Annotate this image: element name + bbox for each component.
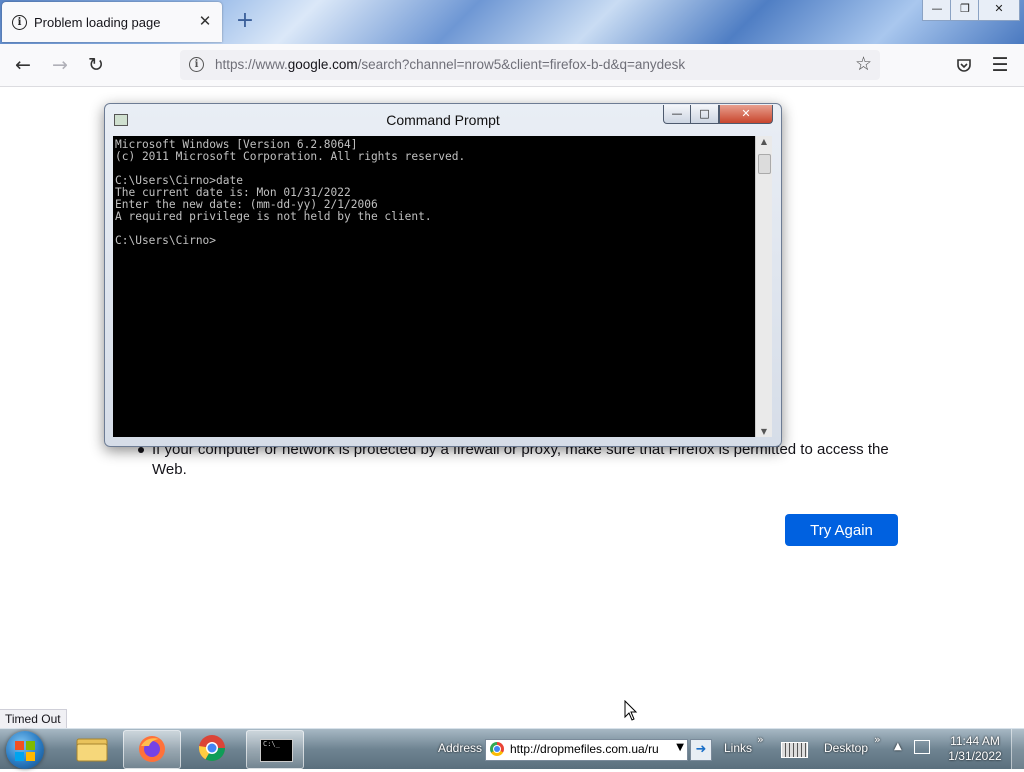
desktop-toolbar[interactable]: Desktop bbox=[824, 741, 868, 755]
url-text[interactable]: https://www.google.com/search?channel=nr… bbox=[215, 57, 685, 72]
chevron-down-icon[interactable]: ▼ bbox=[676, 742, 684, 753]
try-again-button[interactable]: Try Again bbox=[785, 514, 898, 546]
close-window-button[interactable]: ✕ bbox=[978, 0, 1020, 21]
minimize-button[interactable]: — bbox=[922, 0, 952, 21]
tab-problem-loading[interactable]: i Problem loading page ✕ bbox=[2, 2, 222, 42]
cmd-minimize-button[interactable]: — bbox=[663, 105, 691, 124]
taskbar: C:\_ Address http://dropmefiles.com.ua/r… bbox=[0, 728, 1024, 769]
clock-time: 11:44 AM bbox=[950, 734, 1000, 748]
status-bar-text: Timed Out bbox=[0, 709, 67, 729]
chrome-small-icon bbox=[490, 742, 504, 756]
taskbar-firefox-button[interactable] bbox=[123, 730, 181, 769]
windows-logo-icon bbox=[15, 752, 24, 761]
links-toolbar[interactable]: Links bbox=[724, 741, 752, 755]
network-icon[interactable] bbox=[914, 740, 930, 754]
menu-icon[interactable]: ☰ bbox=[987, 53, 1013, 77]
console-output[interactable]: Microsoft Windows [Version 6.2.8064] (c)… bbox=[113, 136, 755, 437]
command-prompt-window[interactable]: Command Prompt — □ ✕ Microsoft Windows [… bbox=[104, 103, 782, 447]
pocket-icon[interactable] bbox=[951, 53, 977, 77]
links-chevron-icon[interactable]: » bbox=[757, 733, 764, 746]
clock[interactable]: 11:44 AM 1/31/2022 bbox=[940, 734, 1010, 764]
cmd-icon: C:\_ bbox=[260, 739, 293, 762]
chrome-icon bbox=[198, 735, 226, 762]
address-toolbar-input[interactable]: http://dropmefiles.com.ua/ru ▼ bbox=[485, 739, 688, 761]
taskbar-explorer-button[interactable] bbox=[64, 730, 120, 767]
taskbar-chrome-button[interactable] bbox=[184, 730, 240, 767]
cmd-close-button[interactable]: ✕ bbox=[719, 105, 773, 124]
bullet-icon bbox=[138, 447, 144, 453]
tray-expand-icon[interactable]: ▲ bbox=[894, 741, 902, 752]
scroll-up-icon[interactable]: ▲ bbox=[756, 137, 772, 146]
address-value: http://dropmefiles.com.ua/ru bbox=[510, 742, 659, 756]
show-desktop-button[interactable] bbox=[1011, 729, 1024, 769]
address-label: Address bbox=[438, 741, 483, 755]
windows-logo-icon bbox=[15, 741, 24, 750]
desktop-chevron-icon[interactable]: » bbox=[874, 733, 881, 746]
windows-logo-icon bbox=[26, 752, 35, 761]
cmd-maximize-button[interactable]: □ bbox=[690, 105, 719, 124]
tab-title: Problem loading page bbox=[34, 15, 161, 30]
windows-logo-icon bbox=[26, 741, 35, 750]
scroll-down-icon[interactable]: ▼ bbox=[756, 427, 772, 436]
nav-toolbar: ← → ↻ i https://www.google.com/search?ch… bbox=[0, 44, 1024, 87]
console-text: Microsoft Windows [Version 6.2.8064] (c)… bbox=[115, 138, 466, 247]
clock-date: 1/31/2022 bbox=[948, 749, 1002, 763]
console-scrollbar[interactable]: ▲ ▼ bbox=[755, 136, 772, 437]
scroll-thumb[interactable] bbox=[758, 154, 771, 174]
bookmark-star-icon[interactable]: ☆ bbox=[855, 53, 872, 75]
new-tab-button[interactable]: + bbox=[234, 10, 256, 32]
reload-button[interactable]: ↻ bbox=[83, 53, 109, 77]
info-icon: i bbox=[12, 15, 27, 30]
folder-icon bbox=[76, 738, 108, 762]
taskbar-cmd-button[interactable]: C:\_ bbox=[246, 730, 304, 769]
site-info-icon[interactable]: i bbox=[189, 57, 204, 72]
go-button[interactable]: ➜ bbox=[690, 739, 712, 761]
browser-titlebar: i Problem loading page ✕ + — ❐ ✕ bbox=[0, 0, 1024, 44]
forward-button[interactable]: → bbox=[47, 53, 73, 77]
tab-close-button[interactable]: ✕ bbox=[196, 12, 214, 30]
restore-button[interactable]: ❐ bbox=[950, 0, 980, 21]
url-bar[interactable]: i https://www.google.com/search?channel=… bbox=[180, 50, 880, 80]
keyboard-icon[interactable] bbox=[781, 742, 808, 758]
start-button[interactable] bbox=[6, 731, 44, 769]
firefox-icon bbox=[139, 736, 165, 762]
back-button[interactable]: ← bbox=[10, 53, 36, 77]
